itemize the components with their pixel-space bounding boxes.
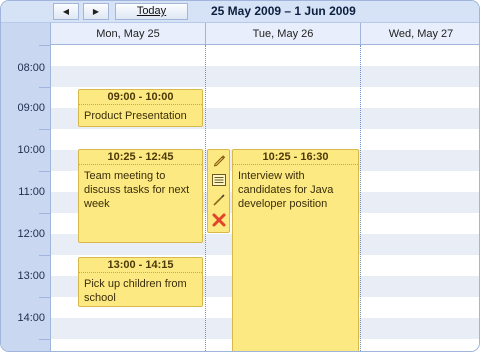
edit-icon[interactable] [211, 152, 227, 168]
event-time: 10:25 - 12:45 [79, 150, 202, 165]
hour-label: 11:00 [18, 186, 45, 198]
event-time: 13:00 - 14:15 [79, 258, 202, 273]
event-team-meeting[interactable]: 10:25 - 12:45 Team meeting to discuss ta… [78, 149, 203, 243]
event-text: Interview with candidates for Java devel… [238, 170, 334, 210]
details-icon[interactable] [211, 172, 227, 188]
hour-tick [39, 45, 51, 46]
hour-tick [39, 255, 51, 256]
hour-tick [39, 129, 51, 130]
hour-label: 14:00 [17, 312, 45, 324]
column-divider [205, 45, 206, 351]
hour-label: 08:00 [17, 62, 45, 74]
hour-label: 12:00 [17, 228, 45, 240]
event-text: Product Presentation [84, 110, 187, 122]
prev-button[interactable]: ◀ [53, 3, 79, 20]
day-header-tue[interactable]: Tue, May 26 [206, 23, 361, 45]
hour-tick [39, 339, 51, 340]
event-interview[interactable]: 10:25 - 16:30 Interview with candidates … [232, 149, 359, 351]
hour-tick [39, 297, 51, 298]
arrow-right-icon: ▶ [92, 7, 100, 16]
hour-tick [39, 171, 51, 172]
day-header-mon[interactable]: Mon, May 25 [51, 23, 206, 45]
hour-tick [39, 213, 51, 214]
pen-icon[interactable] [211, 192, 227, 208]
delete-icon[interactable] [211, 212, 227, 228]
event-action-bar [207, 149, 230, 233]
event-product-presentation[interactable]: 09:00 - 10:00 Product Presentation [78, 89, 203, 127]
hour-tick [39, 87, 51, 88]
event-time: 10:25 - 16:30 [233, 150, 358, 165]
hour-label: 13:00 [17, 270, 45, 282]
column-divider [360, 45, 361, 351]
hour-label: 10:00 [17, 144, 45, 156]
hour-label: 09:00 [17, 102, 45, 114]
time-gutter-header [1, 23, 51, 45]
event-text: Team meeting to discuss tasks for next w… [84, 170, 190, 210]
toolbar: ◀ ▶ Today 25 May 2009 – 1 Jun 2009 [1, 1, 479, 23]
event-time: 09:00 - 10:00 [79, 90, 202, 105]
scheduler: ◀ ▶ Today 25 May 2009 – 1 Jun 2009 Mon, … [0, 0, 480, 352]
day-headers: Mon, May 25 Tue, May 26 Wed, May 27 [1, 23, 479, 45]
event-pick-up-children[interactable]: 13:00 - 14:15 Pick up children from scho… [78, 257, 203, 307]
time-gutter: 08:00 09:00 10:00 11:00 12:00 13:00 14:0… [1, 45, 51, 351]
arrow-left-icon: ◀ [62, 7, 70, 16]
today-button[interactable]: Today [115, 3, 188, 20]
date-range-title: 25 May 2009 – 1 Jun 2009 [211, 4, 356, 18]
day-header-wed[interactable]: Wed, May 27 [361, 23, 479, 45]
next-button[interactable]: ▶ [83, 3, 109, 20]
event-text: Pick up children from school [84, 278, 187, 304]
